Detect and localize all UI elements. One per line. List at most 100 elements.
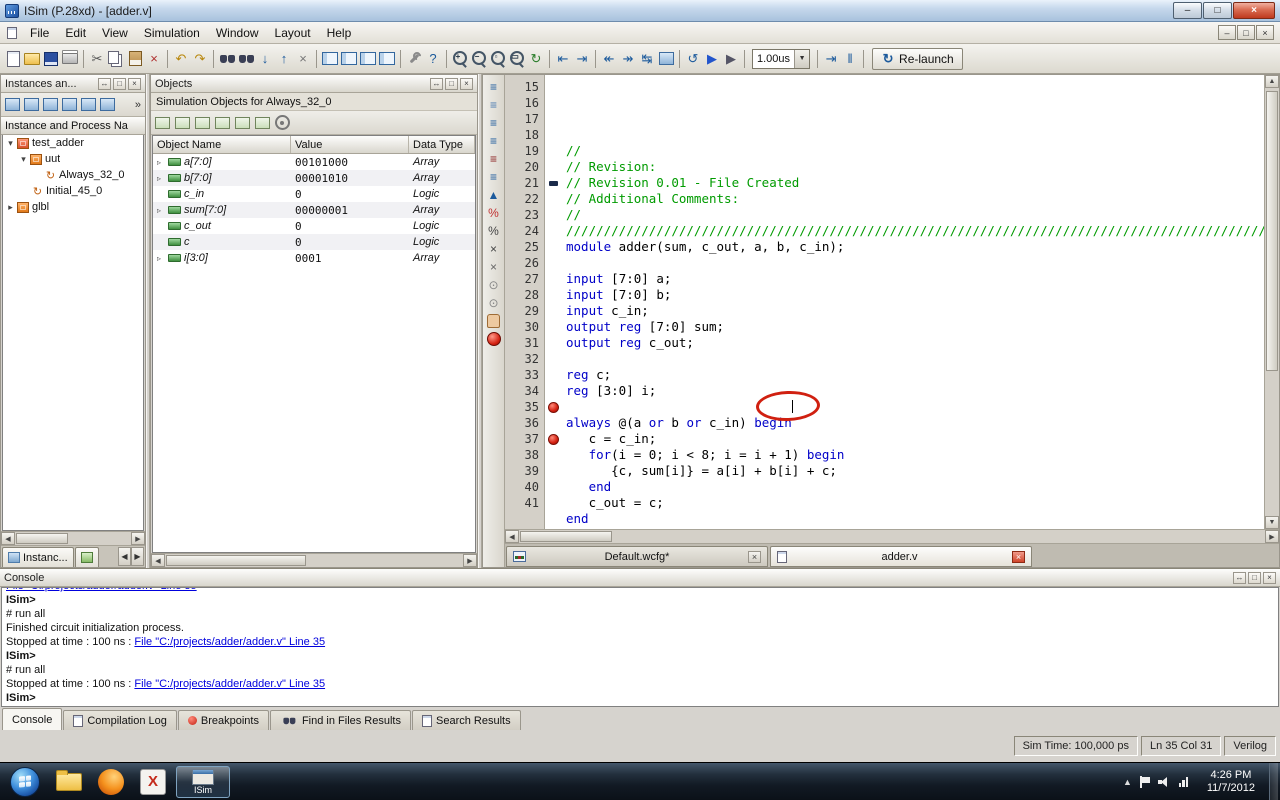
zoom-fit-icon[interactable]: ▫: [489, 50, 507, 68]
close-button[interactable]: ×: [1233, 2, 1275, 19]
tab-scroll-right-icon[interactable]: ▶: [131, 547, 144, 566]
menu-layout[interactable]: Layout: [267, 24, 319, 42]
close-panel-icon[interactable]: ×: [460, 77, 473, 90]
goto-time-zero-icon[interactable]: ⇤: [554, 50, 572, 68]
redo-icon[interactable]: ↷: [191, 50, 209, 68]
code-line[interactable]: input [7:0] a;: [566, 271, 1264, 287]
object-settings-gear-icon[interactable]: [273, 114, 291, 132]
toggle-bookmark-icon[interactable]: ≡: [485, 97, 503, 113]
combo-dropdown-icon[interactable]: ▼: [794, 49, 810, 68]
show-desktop-button[interactable]: [1269, 762, 1278, 800]
menu-edit[interactable]: Edit: [57, 24, 94, 42]
code-line[interactable]: //: [566, 143, 1264, 159]
overflow-chevron-icon[interactable]: »: [135, 99, 143, 111]
scroll-right-icon[interactable]: ▶: [131, 532, 145, 545]
prev-transition-icon[interactable]: ↞: [600, 50, 618, 68]
sim-time-combo[interactable]: 1.00us ▼: [752, 48, 811, 69]
code-line[interactable]: [566, 527, 1264, 529]
expand-instance-icon[interactable]: [3, 96, 21, 114]
tree-item[interactable]: ▸ glbl: [3, 199, 143, 215]
delete-all-breakpoints-icon[interactable]: ×: [485, 259, 503, 275]
goto-time-end-icon[interactable]: ⇥: [573, 50, 591, 68]
network-icon[interactable]: [1178, 776, 1193, 787]
code-line[interactable]: c_out = c;: [566, 495, 1264, 511]
find-icon[interactable]: [218, 50, 236, 68]
column-header[interactable]: Data Type: [409, 136, 475, 153]
instances-column-header[interactable]: Instance and Process Na: [1, 117, 145, 135]
column-header[interactable]: Object Name: [153, 136, 291, 153]
preferences-wrench-icon[interactable]: [405, 50, 423, 68]
object-row[interactable]: ▹ sum[7:0] 00000001 Array: [153, 202, 475, 218]
run-all-icon[interactable]: ▶: [703, 50, 721, 68]
tab-instances[interactable]: Instanc...: [2, 547, 74, 567]
code-line[interactable]: output reg [7:0] sum;: [566, 319, 1264, 335]
new-document-icon[interactable]: [4, 50, 22, 68]
tree-twisty-icon[interactable]: ▾: [5, 138, 16, 149]
taskbar-isim-button[interactable]: ISim: [176, 765, 230, 798]
restart-icon[interactable]: ↺: [684, 50, 702, 68]
taskbar-ise-button[interactable]: X: [134, 766, 172, 798]
code-line[interactable]: // Additional Comments:: [566, 191, 1264, 207]
layout-float-icon[interactable]: [359, 50, 377, 68]
scroll-track[interactable]: [1265, 88, 1279, 516]
print-icon[interactable]: [61, 50, 79, 68]
layout-default-icon[interactable]: [378, 50, 396, 68]
scroll-thumb[interactable]: [1266, 91, 1278, 371]
code-line[interactable]: [566, 351, 1264, 367]
comment-selection-icon[interactable]: %: [485, 205, 503, 221]
editor-hscrollbar[interactable]: ◀ ▶: [505, 529, 1279, 543]
undock-panel-icon[interactable]: ↔: [1233, 571, 1246, 584]
code-line[interactable]: input c_in;: [566, 303, 1264, 319]
close-panel-icon[interactable]: ×: [128, 77, 141, 90]
object-row[interactable]: ▹ a[7:0] 00101000 Array: [153, 154, 475, 170]
scroll-thumb[interactable]: [16, 533, 68, 544]
object-row[interactable]: c_out 0 Logic: [153, 218, 475, 234]
zoom-area-icon[interactable]: ▭: [508, 50, 526, 68]
scroll-right-icon[interactable]: ▶: [463, 554, 477, 567]
editor-tab[interactable]: adder.v ×: [770, 546, 1032, 567]
code-line[interactable]: {c, sum[i]} = a[i] + b[i] + c;: [566, 463, 1264, 479]
object-row[interactable]: c_in 0 Logic: [153, 186, 475, 202]
code-line[interactable]: [566, 399, 1264, 415]
run-to-cursor-icon[interactable]: ▲: [485, 187, 503, 203]
column-header[interactable]: Value: [291, 136, 409, 153]
goto-line-icon[interactable]: ≡: [485, 79, 503, 95]
delete-breakpoint-icon[interactable]: ×: [485, 241, 503, 257]
menu-view[interactable]: View: [94, 24, 136, 42]
scroll-up-icon[interactable]: ⊙: [485, 277, 503, 293]
undock-panel-icon[interactable]: ↔: [430, 77, 443, 90]
code-line[interactable]: c = c_in;: [566, 431, 1264, 447]
objects-hscrollbar[interactable]: ◀ ▶: [151, 553, 477, 567]
action-center-icon[interactable]: [1139, 775, 1150, 788]
layout-tile-icon[interactable]: [340, 50, 358, 68]
tree-twisty-icon[interactable]: ▸: [5, 202, 16, 213]
find-next-icon[interactable]: ↓: [256, 50, 274, 68]
code-line[interactable]: module adder(sum, c_out, a, b, c_in);: [566, 239, 1264, 255]
code-line[interactable]: end: [566, 479, 1264, 495]
uncomment-selection-icon[interactable]: %: [485, 223, 503, 239]
open-file-icon[interactable]: [23, 50, 41, 68]
run-for-time-icon[interactable]: ▶: [722, 50, 740, 68]
reload-icon[interactable]: ↻: [527, 50, 545, 68]
tree-item[interactable]: ↻ Initial_45_0: [3, 183, 143, 199]
menu-file[interactable]: File: [22, 24, 57, 42]
taskbar-explorer-button[interactable]: [50, 766, 88, 798]
undo-icon[interactable]: ↶: [172, 50, 190, 68]
next-transition-icon[interactable]: ↠: [619, 50, 637, 68]
clear-find-icon[interactable]: ×: [294, 50, 312, 68]
code-line[interactable]: ////////////////////////////////////////…: [566, 223, 1264, 239]
expand-icon[interactable]: ▹: [157, 254, 167, 263]
breakpoint-icon[interactable]: [548, 401, 559, 413]
start-button[interactable]: [10, 766, 40, 797]
code-line[interactable]: for(i = 0; i < 8; i = i + 1) begin: [566, 447, 1264, 463]
paste-icon[interactable]: [126, 50, 144, 68]
context-help-icon[interactable]: ?: [424, 50, 442, 68]
scroll-left-icon[interactable]: ◀: [151, 554, 165, 567]
clear-bookmarks-icon[interactable]: ≡: [485, 151, 503, 167]
code-line[interactable]: reg c;: [566, 367, 1264, 383]
console-link[interactable]: File "C:/projects/adder/adder.v" Line 35: [134, 636, 325, 648]
break-icon[interactable]: ‖: [841, 50, 859, 68]
float-panel-icon[interactable]: □: [113, 77, 126, 90]
volume-icon[interactable]: [1157, 776, 1171, 788]
scroll-up-icon[interactable]: ▲: [1265, 75, 1279, 88]
